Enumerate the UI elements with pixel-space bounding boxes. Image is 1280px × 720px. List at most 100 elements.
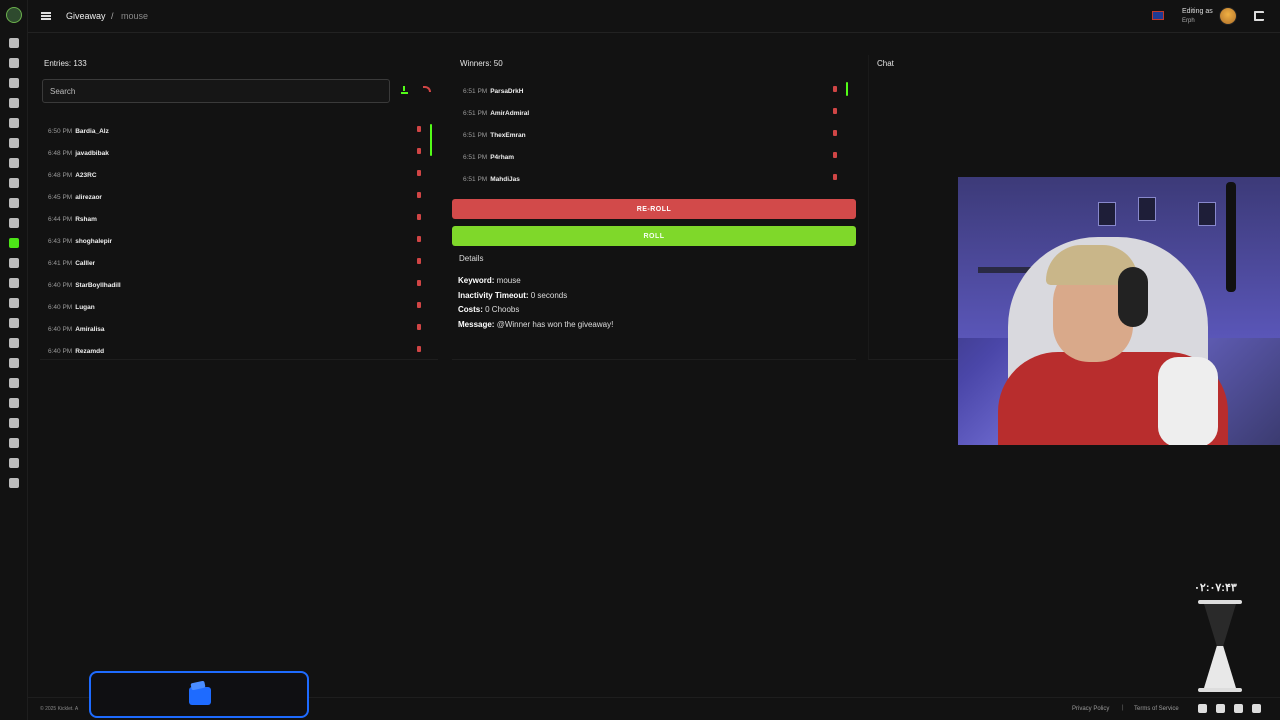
music-icon[interactable] <box>9 198 19 208</box>
card-icon[interactable] <box>9 478 19 488</box>
breadcrumb-giveaway[interactable]: Giveaway <box>66 11 106 21</box>
trash-icon[interactable] <box>417 148 421 154</box>
entry-row[interactable]: 6:48 PM javadbibak <box>40 146 432 168</box>
kick-icon[interactable] <box>1216 704 1225 713</box>
chart-icon[interactable] <box>9 298 19 308</box>
gift-icon[interactable] <box>9 238 19 248</box>
trash-icon[interactable] <box>417 346 421 352</box>
winners-scroll-thumb[interactable] <box>846 82 848 96</box>
entry-row[interactable]: 6:50 PM Bardia_Alz <box>40 124 432 146</box>
hourglass-top <box>1198 600 1242 604</box>
trash-icon[interactable] <box>417 214 421 220</box>
clock-icon[interactable] <box>9 138 19 148</box>
trash-icon[interactable] <box>833 130 837 136</box>
winners-title: Winners: 50 <box>460 59 503 68</box>
trash-icon[interactable] <box>833 86 837 92</box>
hammer-icon[interactable] <box>9 98 19 108</box>
entry-username[interactable]: StarBoyIlhadill <box>75 282 121 289</box>
winner-username[interactable]: MahdiJas <box>490 176 520 183</box>
shield-icon[interactable] <box>9 158 19 168</box>
alert-icon[interactable] <box>9 178 19 188</box>
winner-row[interactable]: 6:51 PM AmirAdmiral <box>452 106 844 128</box>
entry-username[interactable]: Lugan <box>75 304 95 311</box>
entry-username[interactable]: javadbibak <box>75 150 109 157</box>
entry-username[interactable]: Amiralisa <box>75 326 104 333</box>
winner-row[interactable]: 6:51 PM ThexEmran <box>452 128 844 150</box>
emoji-icon[interactable] <box>9 358 19 368</box>
winner-username[interactable]: ParsaDrkH <box>490 88 523 95</box>
cart-icon[interactable] <box>9 258 19 268</box>
entry-row[interactable]: 6:45 PM alirezaor <box>40 190 432 212</box>
editing-as-label: Editing as <box>1182 8 1213 15</box>
document-icon[interactable] <box>9 58 19 68</box>
uk-flag-icon[interactable] <box>1152 11 1164 20</box>
kicklet-logo[interactable] <box>6 7 22 23</box>
entry-username[interactable]: Rezamdd <box>75 348 104 355</box>
entries-panel: Entries: 133 6:50 PMBardia_Alz6:48 PMjav… <box>40 55 438 360</box>
discord-icon[interactable] <box>1198 704 1207 713</box>
undo-icon[interactable] <box>423 86 431 92</box>
terms-of-service-link[interactable]: Terms of Service <box>1134 706 1179 712</box>
trash-icon[interactable] <box>417 302 421 308</box>
roll-button[interactable]: ROLL <box>452 226 856 246</box>
message-icon[interactable] <box>9 398 19 408</box>
video-icon[interactable] <box>9 318 19 328</box>
search-input[interactable] <box>42 79 390 103</box>
entry-row[interactable]: 6:40 PM StarBoyIlhadill <box>40 278 432 300</box>
tool-icon[interactable] <box>9 78 19 88</box>
download-icon[interactable] <box>401 86 408 94</box>
wallet-icon <box>189 687 211 705</box>
x-icon[interactable] <box>1234 704 1243 713</box>
trash-icon[interactable] <box>417 236 421 242</box>
winner-username[interactable]: ThexEmran <box>490 132 525 139</box>
privacy-policy-link[interactable]: Privacy Policy <box>1072 706 1109 712</box>
entry-username[interactable]: shoghalepir <box>75 238 112 245</box>
entry-row[interactable]: 6:43 PM shoghalepir <box>40 234 432 256</box>
winner-time: 6:51 PM <box>463 88 488 95</box>
monitor-icon[interactable] <box>9 418 19 428</box>
entry-row[interactable]: 6:41 PM Calller <box>40 256 432 278</box>
trash-icon[interactable] <box>417 192 421 198</box>
trash-icon[interactable] <box>417 324 421 330</box>
trash-icon[interactable] <box>833 152 837 158</box>
entry-username[interactable]: Rsham <box>75 216 97 223</box>
entries-scroll-thumb[interactable] <box>430 124 432 156</box>
dashboard-icon[interactable] <box>9 38 19 48</box>
film-icon[interactable] <box>9 378 19 388</box>
logout-icon[interactable] <box>1254 11 1264 21</box>
avatar[interactable] <box>1219 7 1237 25</box>
trash-icon[interactable] <box>833 108 837 114</box>
discord-icon[interactable] <box>9 458 19 468</box>
entry-row[interactable]: 6:48 PM A23RC <box>40 168 432 190</box>
winner-username[interactable]: P4rham <box>490 154 514 161</box>
docs-icon[interactable] <box>1252 704 1261 713</box>
entry-row[interactable]: 6:40 PM Rezamdd <box>40 344 432 366</box>
link-icon[interactable] <box>9 278 19 288</box>
entry-row[interactable]: 6:40 PM Amiralisa <box>40 322 432 344</box>
clock-overlay: ۰۲:۰۷:۴۳ <box>1194 582 1237 594</box>
entry-username[interactable]: alirezaor <box>75 194 102 201</box>
trash-icon[interactable] <box>417 258 421 264</box>
trash-icon[interactable] <box>417 170 421 176</box>
search-icon[interactable] <box>9 438 19 448</box>
hamburger-menu-icon[interactable] <box>41 12 51 20</box>
reroll-button[interactable]: RE-ROLL <box>452 199 856 219</box>
entry-username[interactable]: Bardia_Alz <box>75 128 109 135</box>
chat-icon[interactable] <box>9 118 19 128</box>
entry-username[interactable]: Calller <box>75 260 95 267</box>
trash-icon[interactable] <box>417 126 421 132</box>
winner-row[interactable]: 6:51 PM ParsaDrkH <box>452 84 844 106</box>
entry-time: 6:41 PM <box>48 260 73 267</box>
trash-icon[interactable] <box>833 174 837 180</box>
entry-row[interactable]: 6:40 PM Lugan <box>40 300 432 322</box>
trash-icon[interactable] <box>417 280 421 286</box>
winner-row[interactable]: 6:51 PM MahdiJas <box>452 172 844 184</box>
box-icon[interactable] <box>9 338 19 348</box>
star-icon[interactable] <box>9 218 19 228</box>
webcam-headset <box>1118 267 1148 327</box>
entry-row[interactable]: 6:44 PM Rsham <box>40 212 432 234</box>
entry-username[interactable]: A23RC <box>75 172 96 179</box>
entries-scrollbar[interactable] <box>430 124 432 354</box>
winner-row[interactable]: 6:51 PM P4rham <box>452 150 844 172</box>
winner-username[interactable]: AmirAdmiral <box>490 110 529 117</box>
